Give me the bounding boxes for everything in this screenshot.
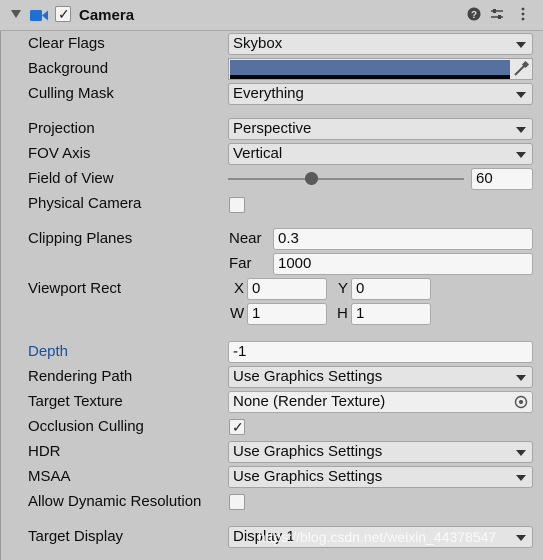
field-of-view-label: Field of View [28,170,114,187]
culling-mask-value: Everything [233,85,304,102]
viewport-w-value: 1 [252,305,261,322]
chevron-down-icon [516,535,526,541]
near-value: 0.3 [278,230,299,247]
viewport-x-label: X [234,280,245,297]
projection-dropdown[interactable]: Perspective [228,118,533,140]
target-texture-label: Target Texture [28,393,123,410]
target-texture-field[interactable]: None (Render Texture) [228,391,533,413]
viewport-w-input[interactable]: 1 [247,303,327,325]
watermark: https://blog.csdn.net/weixin_44378547 [258,529,497,545]
panel-border [0,31,1,560]
svg-text:?: ? [471,10,477,21]
more-options-icon[interactable] [515,7,531,23]
culling-mask-dropdown[interactable]: Everything [228,83,533,105]
camera-icon [30,10,48,21]
depth-label: Depth [28,343,69,360]
target-texture-value: None (Render Texture) [233,393,386,410]
component-enabled-checkbox[interactable]: ✓ [55,6,71,22]
color-swatch [230,60,510,75]
rendering-path-value: Use Graphics Settings [233,368,383,385]
clear-flags-dropdown[interactable]: Skybox [228,33,533,55]
msaa-dropdown[interactable]: Use Graphics Settings [228,466,533,488]
chevron-down-icon [516,375,526,381]
chevron-down-icon [516,450,526,456]
allow-dynamic-resolution-checkbox[interactable] [229,494,245,510]
target-display-label: Target Display [28,528,124,545]
near-input[interactable]: 0.3 [273,228,533,250]
alpha-bar [230,75,510,79]
chevron-down-icon [516,42,526,48]
chevron-down-icon [516,127,526,133]
viewport-y-label: Y [338,280,349,297]
checkmark-icon: ✓ [58,6,70,22]
depth-input[interactable]: -1 [228,341,533,363]
viewport-rect-label: Viewport Rect [28,280,122,297]
component-header: ✓ Camera ? [0,0,543,31]
occlusion-culling-label: Occlusion Culling [28,418,144,435]
projection-value: Perspective [233,120,312,137]
foldout-arrow-icon[interactable] [11,10,21,18]
eyedropper-icon[interactable] [512,61,530,77]
clear-flags-value: Skybox [233,35,283,52]
near-label: Near [229,230,262,247]
preset-icon[interactable] [489,7,505,23]
physical-camera-checkbox[interactable] [229,197,245,213]
viewport-x-value: 0 [252,280,261,297]
viewport-y-value: 0 [356,280,365,297]
physical-camera-label: Physical Camera [28,195,142,212]
clear-flags-label: Clear Flags [28,35,105,52]
fov-input[interactable]: 60 [471,168,533,190]
hdr-label: HDR [28,443,61,460]
rendering-path-dropdown[interactable]: Use Graphics Settings [228,366,533,388]
component-title: Camera [79,7,135,24]
fov-axis-dropdown[interactable]: Vertical [228,143,533,165]
far-value: 1000 [278,255,312,272]
allow-dynamic-resolution-label: Allow Dynamic Resolution [28,493,202,510]
viewport-h-input[interactable]: 1 [351,303,431,325]
occlusion-culling-checkbox[interactable]: ✓ [229,419,245,435]
far-label: Far [229,255,252,272]
fov-axis-value: Vertical [233,145,283,162]
viewport-x-input[interactable]: 0 [247,278,327,300]
hdr-dropdown[interactable]: Use Graphics Settings [228,441,533,463]
object-picker-icon[interactable] [514,395,528,409]
msaa-value: Use Graphics Settings [233,468,383,485]
chevron-down-icon [516,475,526,481]
fov-slider-track[interactable] [228,178,464,180]
chevron-down-icon [516,92,526,98]
viewport-h-value: 1 [356,305,365,322]
far-input[interactable]: 1000 [273,253,533,275]
projection-label: Projection [28,120,95,137]
help-icon[interactable]: ? [466,7,482,23]
fov-value: 60 [476,170,493,187]
msaa-label: MSAA [28,468,71,485]
viewport-w-label: W [230,305,245,322]
viewport-h-label: H [337,305,348,322]
hdr-value: Use Graphics Settings [233,443,383,460]
culling-mask-label: Culling Mask [28,85,114,102]
checkmark-icon: ✓ [232,419,244,435]
background-color-field[interactable] [228,58,533,80]
background-label: Background [28,60,109,77]
depth-value: -1 [233,343,247,360]
clipping-planes-label: Clipping Planes [28,230,133,247]
chevron-down-icon [516,152,526,158]
viewport-y-input[interactable]: 0 [351,278,431,300]
fov-axis-label: FOV Axis [28,145,91,162]
rendering-path-label: Rendering Path [28,368,133,385]
fov-slider-thumb[interactable] [304,172,318,185]
